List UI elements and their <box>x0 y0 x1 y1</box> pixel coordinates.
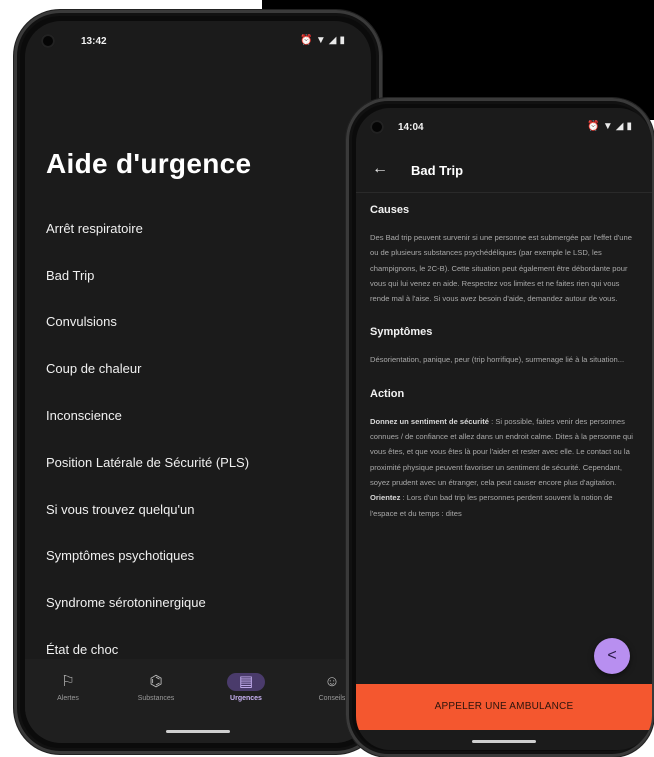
nav-label: Substances <box>137 695 175 702</box>
flag-icon: ⚐ <box>61 673 75 690</box>
camera-hole <box>370 120 384 134</box>
list-item-syndrome-serotoninergique[interactable]: Syndrome sérotoninergique <box>46 579 356 626</box>
status-icons: ⏰ ▼ ◢ ▮ <box>300 36 345 46</box>
signal-icon: ◢ <box>328 35 337 46</box>
list-item-pls[interactable]: Position Latérale de Sécurité (PLS) <box>46 439 356 486</box>
battery-icon: ▮ <box>339 35 345 46</box>
phone-right: 14:04 ⏰ ▼ ◢ ▮ ← Bad Trip Causes Des Bad … <box>346 98 654 757</box>
section-title-symptomes: Symptômes <box>370 326 433 339</box>
article-content: Causes Des Bad trip peuvent survenir si … <box>370 204 638 541</box>
list-item-arret-respiratoire[interactable]: Arrêt respiratoire <box>46 205 356 252</box>
nav-tab-urgences[interactable]: ▤ Urgences <box>211 673 281 702</box>
page-title: Bad Trip <box>411 163 464 178</box>
home-indicator[interactable] <box>166 730 230 733</box>
status-time: 14:04 <box>398 122 424 133</box>
section-text-symptomes: Désorientation, panique, peur (trip horr… <box>370 355 625 365</box>
list-item-symptomes-psychotiques[interactable]: Symptômes psychotiques <box>46 533 356 580</box>
phone-left: 13:42 ⏰ ▼ ◢ ▮ Aide d'urgence Arrêt respi… <box>14 10 382 754</box>
page-title: Aide d'urgence <box>46 148 252 179</box>
bottom-navigation: ⚐ Alertes ⌬ Substances ▤ Urgences ☺ Cons… <box>25 659 371 743</box>
section-title-causes: Causes <box>370 204 410 216</box>
list-item-si-vous-trouvez[interactable]: Si vous trouvez quelqu'un <box>46 486 356 533</box>
app-bar: ← Bad Trip <box>356 148 652 193</box>
back-arrow-icon[interactable]: ← <box>372 160 388 178</box>
wifi-icon: ▼ <box>602 121 613 132</box>
action-lead: Donnez un sentiment de sécurité <box>370 416 489 426</box>
action-text-2: : Lors d'un bad trip les personnes perde… <box>370 493 613 518</box>
nav-label: Alertes <box>57 695 79 702</box>
section-text-causes: Des Bad trip peuvent survenir si une per… <box>370 233 632 304</box>
share-icon: < <box>607 647 617 664</box>
nav-tab-substances[interactable]: ⌬ Substances <box>121 673 191 702</box>
screen-emergency-list: 13:42 ⏰ ▼ ◢ ▮ Aide d'urgence Arrêt respi… <box>25 21 371 743</box>
action-lead-2: Orientez <box>370 493 401 503</box>
list-item-inconscience[interactable]: Inconscience <box>46 392 356 439</box>
section-text-action: Donnez un sentiment de sécurité : Si pos… <box>370 414 638 521</box>
signal-icon: ◢ <box>615 121 624 132</box>
screen-bad-trip: 14:04 ⏰ ▼ ◢ ▮ ← Bad Trip Causes Des Bad … <box>356 108 652 750</box>
battery-icon: ▮ <box>626 121 632 132</box>
home-indicator[interactable] <box>472 740 536 743</box>
wifi-icon: ▼ <box>315 35 326 46</box>
alarm-icon: ⏰ <box>587 121 600 132</box>
share-button[interactable]: < <box>594 638 630 674</box>
list-item-convulsions[interactable]: Convulsions <box>46 299 356 346</box>
molecule-icon: ⌬ <box>149 673 163 690</box>
call-ambulance-button[interactable]: APPELER UNE AMBULANCE <box>356 684 652 730</box>
nav-tab-alertes[interactable]: ⚐ Alertes <box>33 673 103 702</box>
list-item-bad-trip[interactable]: Bad Trip <box>46 252 356 299</box>
list-item-coup-de-chaleur[interactable]: Coup de chaleur <box>46 345 356 392</box>
emergency-list: Arrêt respiratoire Bad Trip Convulsions … <box>46 205 356 673</box>
nav-label: Urgences <box>230 695 262 702</box>
status-bar: 13:42 ⏰ ▼ ◢ ▮ <box>25 21 371 61</box>
clipboard-icon: ▤ <box>227 673 265 691</box>
status-icons: ⏰ ▼ ◢ ▮ <box>587 122 632 132</box>
status-time: 13:42 <box>81 36 107 47</box>
alarm-icon: ⏰ <box>300 35 313 46</box>
action-text: : Si possible, faites venir des personne… <box>370 416 633 487</box>
camera-hole <box>41 34 55 48</box>
section-title-action: Action <box>370 387 405 400</box>
status-bar: 14:04 ⏰ ▼ ◢ ▮ <box>356 108 652 148</box>
